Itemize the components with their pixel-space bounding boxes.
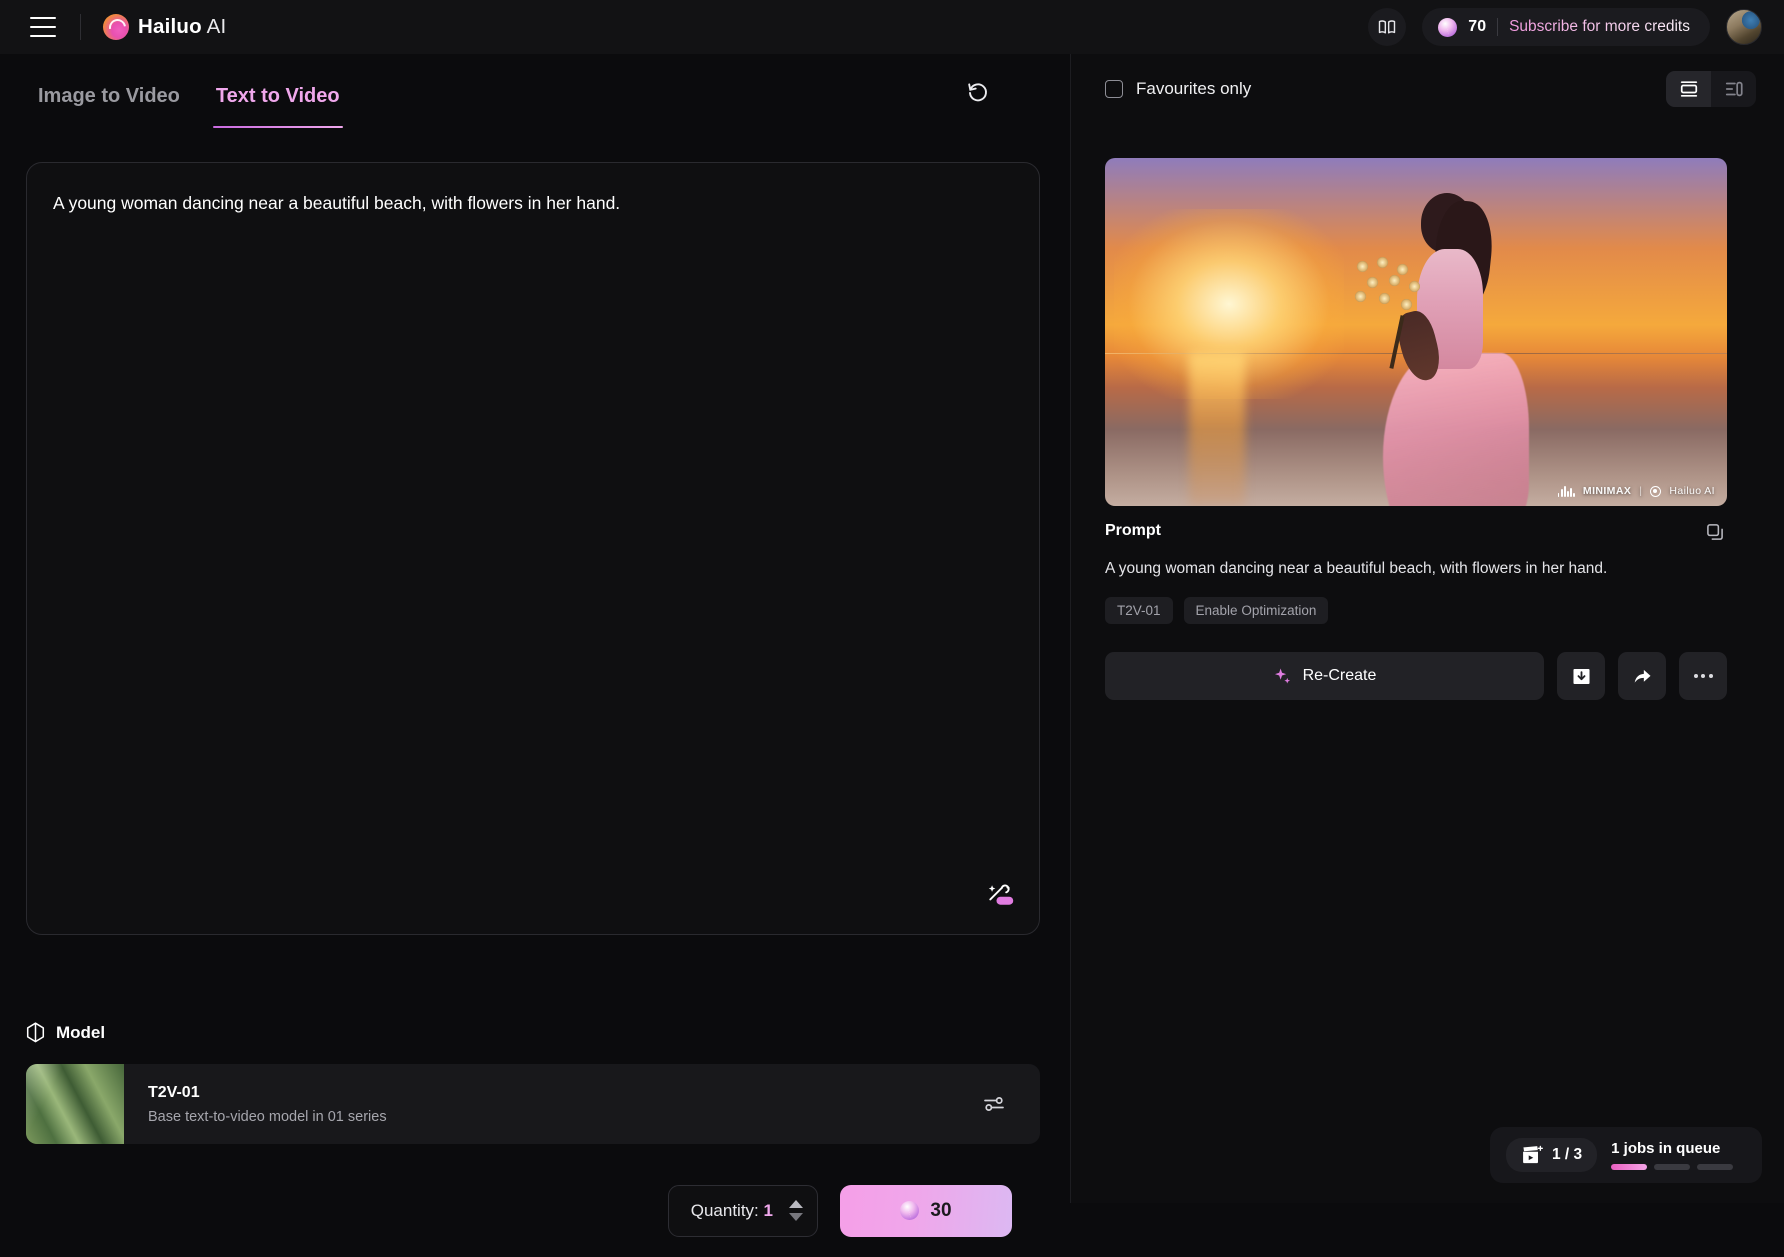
view-mode-toggle	[1666, 71, 1756, 107]
brand-suffix-text: AI	[202, 15, 227, 38]
pink-skirt	[1383, 353, 1529, 506]
model-meta: T2V-01 Base text-to-video model in 01 se…	[124, 1084, 387, 1125]
queue-status: 1 jobs in queue	[1611, 1140, 1733, 1170]
right-panel-header: Favourites only	[1071, 54, 1784, 124]
shell-credit-icon	[900, 1201, 919, 1220]
prompt-tags: T2V-01 Enable Optimization	[1105, 597, 1727, 624]
re-create-button[interactable]: Re-Create	[1105, 652, 1544, 700]
header-actions: 70 Subscribe for more credits	[1368, 8, 1762, 46]
prompt-result-text: A young woman dancing near a beautiful b…	[1105, 557, 1727, 580]
brand[interactable]: Hailuo AI	[103, 14, 226, 40]
model-section-label: Model	[56, 1023, 105, 1043]
watermark-product-text: Hailuo	[1669, 485, 1701, 497]
model-name: T2V-01	[148, 1084, 387, 1102]
chevron-down-icon[interactable]	[789, 1213, 803, 1221]
favourites-checkbox[interactable]	[1105, 80, 1123, 98]
queue-count: 1 / 3	[1552, 1146, 1582, 1164]
quantity-label: Quantity: 1	[691, 1201, 773, 1221]
hailuo-spiral-logo-icon	[103, 14, 129, 40]
list-view-icon[interactable]	[1711, 71, 1756, 107]
cube-model-icon	[26, 1022, 45, 1043]
generated-video-thumbnail[interactable]: MINIMAX | Hailuo AI	[1105, 158, 1727, 506]
jobs-queue-widget: 1 / 3 1 jobs in queue	[1490, 1127, 1762, 1183]
hailuo-mark-icon	[1650, 486, 1661, 497]
woman-silhouette	[1379, 193, 1529, 506]
credits-value: 70	[1468, 18, 1486, 36]
clapperboard-icon	[1521, 1145, 1543, 1165]
quantity-value: 1	[764, 1201, 773, 1220]
watermark-product: Hailuo AI	[1669, 485, 1715, 497]
hamburger-icon[interactable]	[30, 17, 56, 37]
more-button[interactable]	[1679, 652, 1727, 700]
sliders-settings-icon[interactable]	[974, 1084, 1014, 1124]
generate-button[interactable]: 30	[840, 1185, 1012, 1237]
watermark: MINIMAX | Hailuo AI	[1558, 485, 1715, 497]
queue-badge[interactable]: 1 / 3	[1506, 1138, 1597, 1172]
tag-optimization: Enable Optimization	[1184, 597, 1329, 624]
tab-text-to-video[interactable]: Text to Video	[216, 85, 340, 128]
quantity-label-text: Quantity:	[691, 1201, 759, 1220]
share-button[interactable]	[1618, 652, 1666, 700]
subscribe-link[interactable]: Subscribe for more credits	[1509, 18, 1690, 36]
sparkle-icon	[1273, 667, 1292, 686]
tab-image-to-video[interactable]: Image to Video	[38, 85, 180, 128]
model-thumbnail	[26, 1064, 124, 1144]
brand-title: Hailuo AI	[138, 15, 226, 39]
flower-bouquet	[1351, 257, 1443, 353]
magic-wand-optimize-icon[interactable]	[979, 874, 1021, 916]
chevron-up-icon[interactable]	[789, 1200, 803, 1208]
prompt-result-card: Prompt A young woman dancing near a beau…	[1105, 522, 1727, 700]
re-create-label: Re-Create	[1303, 667, 1377, 685]
download-icon	[1571, 666, 1592, 687]
queue-segment-2	[1654, 1164, 1690, 1170]
book-icon[interactable]	[1368, 8, 1406, 46]
result-actions: Re-Create	[1105, 652, 1727, 700]
brand-name-text: Hailuo	[138, 15, 202, 38]
favourites-label: Favourites only	[1136, 79, 1251, 99]
watermark-product-suffix: AI	[1702, 485, 1715, 497]
model-section-header: Model	[26, 1022, 105, 1043]
credits-pill[interactable]: 70 Subscribe for more credits	[1422, 8, 1710, 46]
prompt-title: Prompt	[1105, 522, 1161, 540]
queue-text: 1 jobs in queue	[1611, 1140, 1733, 1157]
download-button[interactable]	[1557, 652, 1605, 700]
left-panel: Image to Video Text to Video A young wom…	[0, 54, 1070, 1203]
prompt-header-row: Prompt	[1105, 522, 1727, 544]
prompt-input[interactable]: A young woman dancing near a beautiful b…	[53, 190, 1013, 217]
header-divider	[80, 14, 81, 40]
queue-progress-segments	[1611, 1164, 1733, 1170]
shell-credit-icon	[1438, 18, 1457, 37]
bouquet-stems	[1389, 315, 1404, 369]
share-arrow-icon	[1632, 666, 1653, 687]
watermark-brand: MINIMAX	[1583, 485, 1631, 497]
card-view-icon[interactable]	[1666, 71, 1711, 107]
more-dots-icon	[1694, 674, 1713, 678]
queue-segment-1	[1611, 1164, 1647, 1170]
quantity-stepper-arrows	[789, 1200, 803, 1221]
right-panel: Favourites only	[1070, 54, 1784, 1203]
queue-segment-3	[1697, 1164, 1733, 1170]
generate-bar: Quantity: 1 30	[0, 1164, 1070, 1257]
app-header: Hailuo AI 70 Subscribe for more credits	[0, 0, 1784, 54]
avatar[interactable]	[1726, 9, 1762, 45]
model-card[interactable]: T2V-01 Base text-to-video model in 01 se…	[26, 1064, 1040, 1144]
minimax-waveform-icon	[1558, 486, 1575, 497]
model-description: Base text-to-video model in 01 series	[148, 1109, 387, 1125]
watermark-separator: |	[1639, 485, 1642, 497]
prompt-textarea-box[interactable]: A young woman dancing near a beautiful b…	[26, 162, 1040, 935]
tag-model: T2V-01	[1105, 597, 1173, 624]
copy-icon[interactable]	[1705, 522, 1727, 544]
sun-reflection	[1189, 353, 1245, 506]
quantity-stepper[interactable]: Quantity: 1	[668, 1185, 818, 1237]
credits-divider	[1497, 18, 1498, 36]
mode-tabs: Image to Video Text to Video	[0, 54, 1070, 128]
favourites-only-toggle[interactable]: Favourites only	[1105, 79, 1251, 99]
reset-rotate-icon[interactable]	[958, 72, 998, 112]
